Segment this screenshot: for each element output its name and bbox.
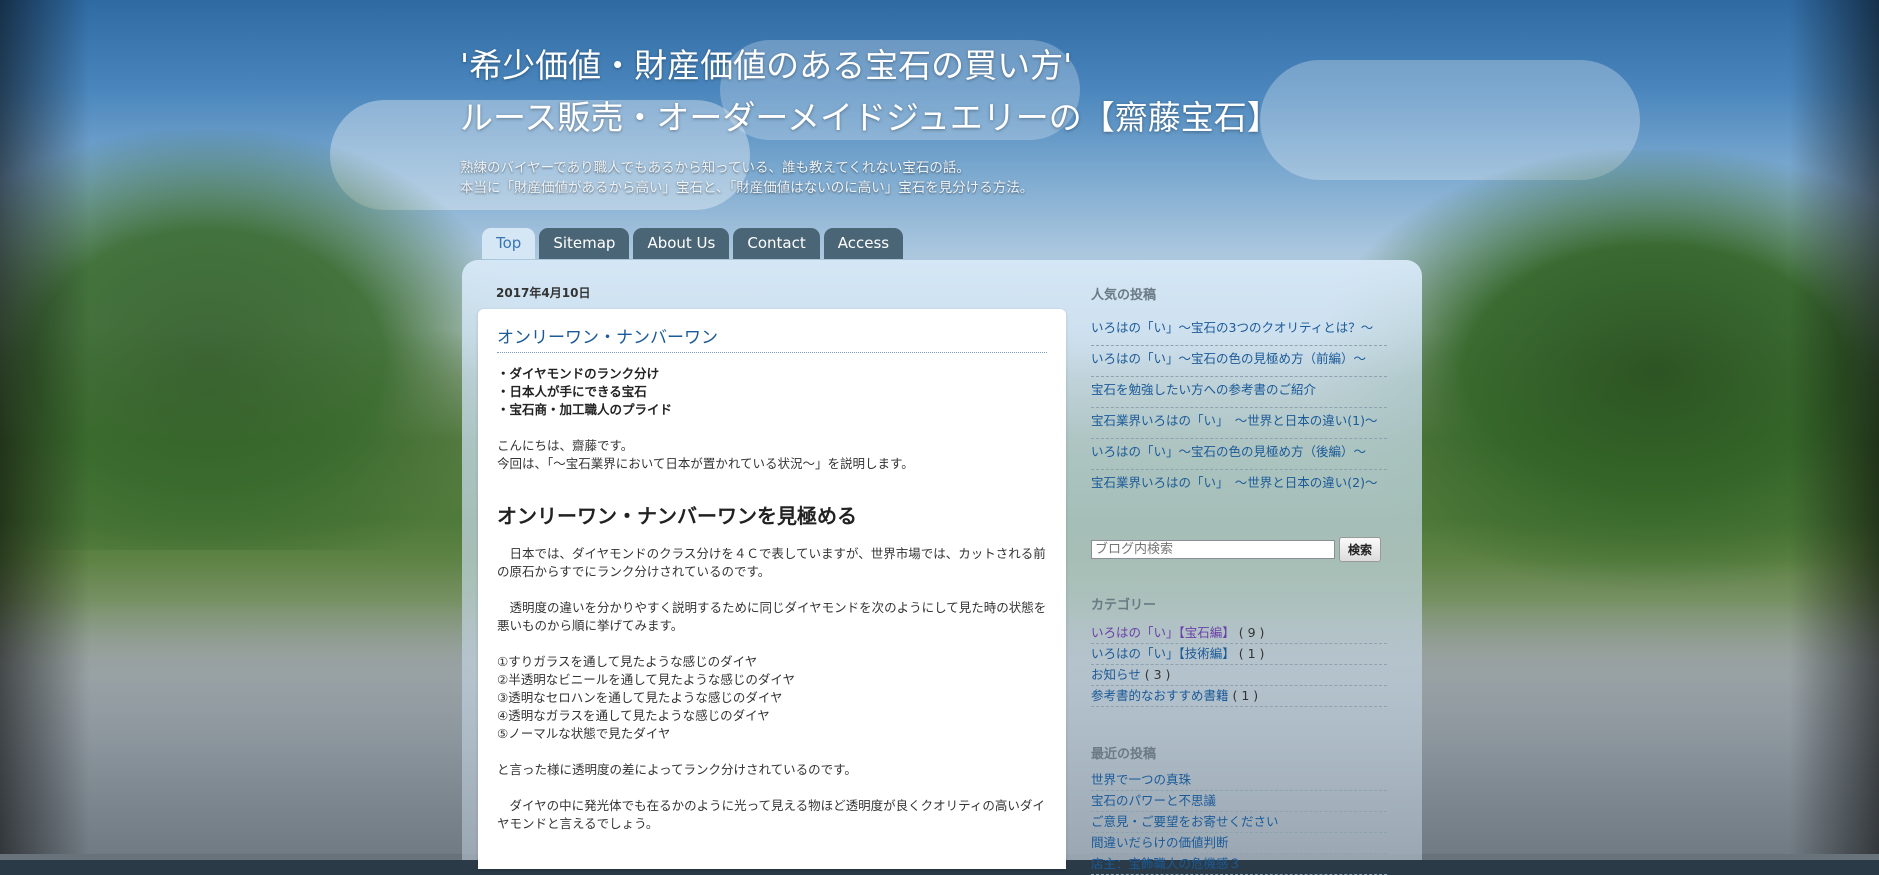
post-paragraph: 今回は、「～宝石業界において日本が置かれている状況～」を説明します。 [497,456,914,471]
post-heading: オンリーワン・ナンバーワンを見極める [497,504,857,528]
blog-description: 熟練のバイヤーであり職人でもあるから知っている、誰も教えてくれない宝石の話。 本… [460,158,1460,198]
blog-title-line-1[interactable]: '希少価値・財産価値のある宝石の買い方' [460,40,1460,92]
search-input[interactable] [1091,540,1335,559]
post-list: ①すりガラスを通して見たような感じのダイヤ ②半透明なビニールを通して見たような… [497,653,1047,743]
tab-contact[interactable]: Contact [733,228,820,259]
post-title[interactable]: オンリーワン・ナンバーワン [497,323,1047,353]
post-body: ・ダイヤモンドのランク分け ・日本人が手にできる宝石 ・宝石商・加工職人のプライ… [497,365,1047,833]
popular-post-link[interactable]: 宝石業界いろはの「い」 ～世界と日本の違い(2)～ [1091,470,1387,501]
post-list-item: ④透明なガラスを通して見たような感じのダイヤ [497,708,770,723]
popular-post-link[interactable]: いろはの「い」～宝石の色の見極め方（後編）～ [1091,439,1387,470]
post-paragraph: と言った様に透明度の差によってランク分けされているのです。 [497,762,857,777]
page-edge-shadow [1789,0,1879,854]
popular-post-link[interactable]: いろはの「い」～宝石の色の見極め方（前編）～ [1091,346,1387,377]
category-link[interactable]: いろはの「い」【技術編】 [1091,646,1235,661]
post-date: 2017年4月10日 [496,286,591,300]
blog-title-line-2[interactable]: ルース販売・オーダーメイドジュエリーの【齋藤宝石】 [460,92,1460,144]
popular-posts-list: いろはの「い」～宝石の3つのクオリティとは？～ いろはの「い」～宝石の色の見極め… [1091,315,1387,501]
tab-sitemap[interactable]: Sitemap [539,228,630,259]
sidebar: 人気の投稿 いろはの「い」～宝石の3つのクオリティとは？～ いろはの「い」～宝石… [1091,284,1387,875]
recent-post-link[interactable]: ご意見・ご要望をお寄せください [1091,812,1387,833]
tab-about-us[interactable]: About Us [633,228,730,259]
summary-item: ・宝石商・加工職人のプライド [497,402,673,417]
category-title: カテゴリー [1091,598,1157,613]
summary-item: ・ダイヤモンドのランク分け [497,366,660,381]
recent-posts-title: 最近の投稿 [1091,747,1157,762]
category-item[interactable]: いろはの「い」【技術編】 ( 1 ) [1091,644,1387,665]
search-button[interactable]: 検索 [1339,537,1381,562]
post-paragraph: ダイヤの中に発光体でも在るかのように光って見える物ほど透明度が良くクオリティの高… [497,798,1045,831]
blog-description-line: 熟練のバイヤーであり職人でもあるから知っている、誰も教えてくれない宝石の話。 [460,160,970,176]
blog-search: 検索 [1091,537,1387,562]
category-link[interactable]: 参考書的なおすすめ書籍 [1091,688,1229,703]
recent-posts-list: 世界で一つの真珠 宝石のパワーと不思議 ご意見・ご要望をお寄せください 間違いだ… [1091,770,1387,875]
post-paragraph: こんにちは、齋藤です。 [497,438,634,453]
category-count: ( 9 ) [1238,625,1265,640]
summary-item: ・日本人が手にできる宝石 [497,384,647,399]
popular-posts-title: 人気の投稿 [1091,288,1157,303]
post-paragraph: 日本では、ダイヤモンドのクラス分けを４Ｃで表していますが、世界市場では、カットさ… [497,546,1046,579]
popular-post-link[interactable]: 宝石業界いろはの「い」 ～世界と日本の違い(1)～ [1091,408,1387,439]
post-list-item: ①すりガラスを通して見たような感じのダイヤ [497,654,758,669]
page-edge-shadow [0,0,90,854]
post-summary-list: ・ダイヤモンドのランク分け ・日本人が手にできる宝石 ・宝石商・加工職人のプライ… [497,365,1047,419]
post-list-item: ⑤ノーマルな状態で見たダイヤ [497,726,671,741]
popular-post-link[interactable]: いろはの「い」～宝石の3つのクオリティとは？～ [1091,315,1387,346]
nav-tabs: Top Sitemap About Us Contact Access [482,228,904,259]
blog-header: '希少価値・財産価値のある宝石の買い方' ルース販売・オーダーメイドジュエリーの… [460,40,1460,198]
recent-post-link[interactable]: 店主：宝飾職人の危機感３ [1091,854,1387,875]
post-list-item: ③透明なセロハンを通して見たような感じのダイヤ [497,690,783,705]
post-list-item: ②半透明なビニールを通して見たような感じのダイヤ [497,672,795,687]
category-item[interactable]: お知らせ ( 3 ) [1091,665,1387,686]
category-item[interactable]: 参考書的なおすすめ書籍 ( 1 ) [1091,686,1387,707]
post-paragraph: 透明度の違いを分かりやすく説明するために同じダイヤモンドを次のようにして見た時の… [497,600,1047,633]
category-item[interactable]: いろはの「い」【宝石編】 ( 9 ) [1091,623,1387,644]
category-count: ( 1 ) [1232,688,1259,703]
tab-top[interactable]: Top [482,228,536,259]
popular-post-link[interactable]: 宝石を勉強したい方への参考書のご紹介 [1091,377,1387,408]
post-card: オンリーワン・ナンバーワン ・ダイヤモンドのランク分け ・日本人が手にできる宝石… [478,309,1066,869]
category-count: ( 3 ) [1144,667,1171,682]
recent-post-link[interactable]: 間違いだらけの価値判断 [1091,833,1387,854]
category-link[interactable]: お知らせ [1091,667,1141,682]
recent-post-link[interactable]: 宝石のパワーと不思議 [1091,791,1387,812]
category-list: いろはの「い」【宝石編】 ( 9 ) いろはの「い」【技術編】 ( 1 ) お知… [1091,623,1387,707]
recent-post-link[interactable]: 世界で一つの真珠 [1091,770,1387,791]
category-count: ( 1 ) [1238,646,1265,661]
category-link[interactable]: いろはの「い」【宝石編】 [1091,625,1235,640]
tab-access[interactable]: Access [823,228,904,259]
blog-description-line: 本当に「財産価値があるから高い」宝石と、「財産価値はないのに高い」宝石を見分ける… [460,180,1034,196]
